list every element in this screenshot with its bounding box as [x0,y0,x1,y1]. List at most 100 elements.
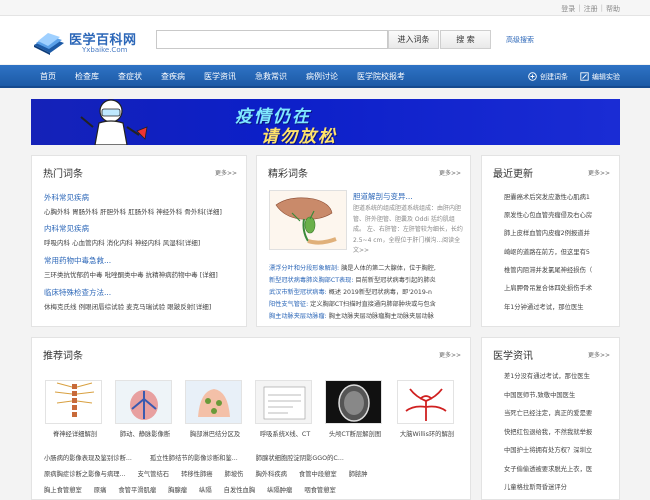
panel-title: 热门词条 [43,169,83,180]
category-items[interactable]: 呼吸内科 心血管内科 消化内科 神经内科 风湿科[详细] [44,237,200,247]
register-link[interactable]: 注册 [584,4,598,14]
list-item[interactable]: 中国护士将拥有处方权？深圳立 [504,445,612,454]
more-link[interactable]: 更多>> [215,168,237,177]
tag-link[interactable]: 食管平滑肌瘤 [118,485,156,494]
category-items[interactable]: 三环类抗忧郁药中毒 吡唑酮类中毒 抗精神病药物中毒 [详细] [44,269,218,279]
tag-link[interactable]: 肺腺状细胞腔淀阴影GGO的C... [256,453,344,462]
more-link[interactable]: 更多>> [588,168,610,177]
list-item[interactable]: 年1分钟通过考试，那位医生 [504,302,612,311]
list-item[interactable]: 中国医师节,致敬中国医生 [504,390,612,399]
nav-school-application[interactable]: 医学院校报考 [357,71,405,82]
recommended-item[interactable]: 胸部淋巴结分区及 [182,376,246,438]
featured-snippet: 胰是人体的第二大腺体，位于胸腔, [339,265,436,272]
list-item[interactable]: 原发性心包血管壳瘤侵及右心房 [504,210,612,219]
nav-case-discussion[interactable]: 病例讨论 [306,71,338,82]
tag-link[interactable]: 胸腺瘤 [168,485,187,494]
tag-link[interactable]: 自发性血胸 [224,485,255,494]
category-items[interactable]: 休梅克氏线 例眼闭唇综试验 麦克马瑞试验 眼跛反射[详细] [44,301,211,311]
featured-snippet: 胸主动脉夹层动脉瘤胸主动脉夹层动脉 [326,313,434,320]
featured-term[interactable]: 武汉市新型冠状病毒: [269,289,327,296]
recommended-item[interactable]: 肺动、静脉影像断 [112,376,176,438]
recommended-caption: 脊神经详细解剖 [52,431,98,438]
category-surgery[interactable]: 外科常见疾病 [44,192,89,203]
list-item[interactable]: 女子偷偷透被要求脱光上衣，医 [504,464,612,473]
advanced-search-link[interactable]: 高级搜索 [506,35,534,45]
featured-line[interactable]: 漂浮分叶和分段形象解剖: 胰是人体的第二大腺体，位于胸腔, [269,263,463,272]
category-internal[interactable]: 内科常见疾病 [44,223,89,234]
liver-illustration-icon [275,197,337,245]
featured-line[interactable]: 胸主动脉夹层动脉瘤: 胸主动脉夹层动脉瘤胸主动脉夹层动脉 [269,311,463,320]
category-poisoning[interactable]: 常用药物中毒急救... [44,255,111,266]
doctor-mascot-icon [80,99,148,145]
enter-entry-button[interactable]: 进入词条 [388,30,439,49]
featured-snippet: 概述 2019新型冠状病毒，即'2019-n [326,289,432,296]
create-entry-link[interactable]: 创建词条 [528,72,568,82]
tag-link[interactable]: 转移性肺癌 [181,469,212,478]
panel-title: 最近更新 [493,169,533,180]
nav-diseases[interactable]: 查疾病 [161,71,185,82]
list-item[interactable]: 儿童格拉斯哥昏迷评分 [504,482,612,491]
list-item[interactable]: 当死亡已经注定，真正的爱是要 [504,408,612,417]
tag-link[interactable]: 支气管结石 [138,469,169,478]
featured-term[interactable]: 新型冠状病毒肺炎胸部CT表现: [269,277,353,284]
promo-banner[interactable]: 疫情仍在 请勿放松 [31,99,620,145]
top-bar: 登录 | 注册 | 帮助 [0,0,650,16]
recommended-item[interactable]: 呼吸系统X线、CT [252,376,316,438]
tag-link[interactable]: 咽食管憩室 [304,485,335,494]
featured-term[interactable]: 胸主动脉夹层动脉瘤: [269,313,327,320]
nav-home[interactable]: 首页 [40,71,56,82]
tag-link[interactable]: 肺坡伤 [225,469,244,478]
featured-snippet: 目前新型冠状病毒引起的肺炎 [353,277,436,284]
recommended-caption: 肺动、静脉影像断 [119,431,171,438]
recommended-entries-panel: 推荐词条 更多>> 脊神经详细解剖 肺动、静脉影像断 胸部淋巴结分区及 呼吸系统… [31,337,471,500]
featured-line[interactable]: 阳性支气管征: 定义胸部CT扫描时直接通向肺部肿块或与包含 [269,299,463,308]
tag-link[interactable]: 原痛 [94,485,107,494]
more-link[interactable]: 更多>> [439,168,461,177]
respiratory-ct-image [255,380,312,424]
featured-thumbnail[interactable] [269,190,347,250]
tag-link[interactable]: 孤立性肺结节的影像诊断和鉴... [150,453,238,462]
search-input[interactable] [156,30,388,49]
nav-symptoms[interactable]: 查症状 [118,71,142,82]
tag-link[interactable]: 胸上食管憩室 [44,485,82,494]
recommended-item[interactable]: 头颅CT断层解剖图 [322,376,386,438]
nav-first-aid[interactable]: 急救常识 [255,71,287,82]
help-link[interactable]: 帮助 [606,4,620,14]
featured-term[interactable]: 漂浮分叶和分段形象解剖: [269,265,339,272]
list-item[interactable]: 椎管内阻滞并发氯尾神经损伤（ [504,265,612,274]
recommended-item[interactable]: 大脑Willis环的解剖 [394,376,458,438]
featured-line[interactable]: 武汉市新型冠状病毒: 概述 2019新型冠状病毒，即'2019-n [269,287,463,296]
list-item[interactable]: 差1分没有通过考试，那位医生 [504,371,612,380]
tag-link[interactable]: 纵隔肿瘤 [267,485,292,494]
category-special-exam[interactable]: 临床特殊检查方法... [44,287,111,298]
tag-link[interactable]: 纵隔 [199,485,212,494]
nav-exam-library[interactable]: 检查库 [75,71,99,82]
tag-link[interactable]: 原病胸症诊断之影像与病理... [44,469,126,478]
tag-link[interactable]: 肺脓肿 [349,469,368,478]
nav-medical-news[interactable]: 医学资讯 [204,71,236,82]
tag-link[interactable]: 小肠病的影像表现及鉴别诊断... [44,453,132,462]
logo-domain: Yxbaike.Com [82,46,128,54]
tag-link[interactable]: 食管中段憩室 [299,469,337,478]
list-item[interactable]: 崎岖的道路在前方，但这里有5 [504,247,612,256]
featured-term[interactable]: 阳性支气管征: [269,301,308,308]
recommended-item[interactable]: 脊神经详细解剖 [42,376,106,438]
list-item[interactable]: 肺上皮样血管内皮瘤2例报道并 [504,228,612,237]
featured-entries-panel: 精彩词条 更多>> 胆道解剖与变异... 胆道系统的组成胆道系统组成：由肝内胆管… [256,155,471,327]
more-link[interactable]: 更多>> [439,350,461,359]
search-button[interactable]: 搜 索 [440,30,491,49]
featured-main-title[interactable]: 胆道解剖与变异... [353,191,413,202]
list-item[interactable]: 上肩胛骨吊复合体四处损伤手术 [504,283,612,292]
recommended-caption: 胸部淋巴结分区及 [189,431,241,438]
list-item[interactable]: 快把红包退给我，不然我就举报 [504,427,612,436]
category-items[interactable]: 心胸外科 胃肠外科 肝胆外科 肛肠外科 神经外科 骨外科[详细] [44,206,222,216]
featured-line[interactable]: 新型冠状病毒肺炎胸部CT表现: 目前新型冠状病毒引起的肺炎 [269,275,463,284]
login-link[interactable]: 登录 [561,4,575,14]
site-logo[interactable]: 医学百科网 Yxbaike.Com [32,27,142,57]
tag-link[interactable]: 胸外科疾病 [255,469,286,478]
edit-lab-link[interactable]: 编辑实验 [580,72,620,82]
head-ct-image [325,380,382,424]
more-link[interactable]: 更多>> [588,350,610,359]
list-item[interactable]: 胆囊癌术后突发应激性心肌病1 [504,192,612,201]
top-links: 登录 | 注册 | 帮助 [561,4,620,14]
